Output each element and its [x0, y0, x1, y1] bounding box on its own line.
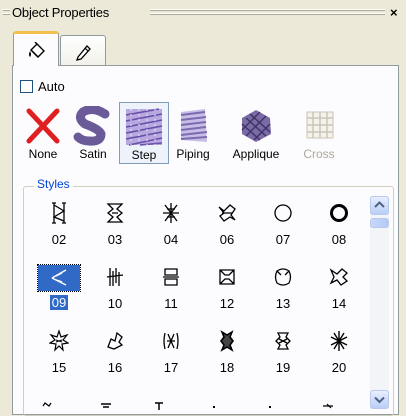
tab-fill[interactable]	[13, 31, 59, 66]
stitch-cross-button[interactable]: Cross	[296, 102, 342, 164]
stitch-satin-button[interactable]: Satin	[72, 102, 114, 164]
stitch-step-button[interactable]: Step	[119, 102, 169, 164]
style-item-number: 08	[331, 232, 347, 247]
style-item-11[interactable]: 11	[148, 265, 194, 319]
style-item-number: 10	[107, 296, 123, 311]
style-item-17[interactable]: 17	[148, 329, 194, 383]
style-20-icon	[330, 331, 348, 351]
stitch-satin-label: Satin	[79, 147, 107, 161]
style-16-icon	[107, 331, 124, 350]
style-item-20[interactable]: 20	[316, 329, 362, 383]
stitch-applique-label: Applique	[232, 147, 280, 161]
style-item-03[interactable]: 03	[92, 201, 138, 255]
styles-legend: Styles	[34, 177, 73, 191]
style-11-icon	[163, 268, 179, 286]
cross-stitch-icon	[306, 111, 334, 139]
style-item-number: 15	[51, 360, 67, 375]
style-07-icon	[274, 204, 292, 222]
auto-checkbox[interactable]	[20, 79, 33, 93]
style-item-number: 04	[163, 232, 179, 247]
style-10-icon	[106, 268, 124, 286]
stitch-cross-label: Cross	[303, 147, 335, 161]
style-item-14[interactable]: 14	[316, 265, 362, 319]
style-item-07[interactable]: 07	[260, 201, 306, 255]
style-item-number: 14	[331, 296, 347, 311]
style-19-icon	[275, 332, 291, 350]
panel-title-bar[interactable]: Object Properties ×	[0, 0, 406, 26]
panel-title: Object Properties	[12, 5, 110, 20]
style-04-icon	[163, 203, 179, 223]
stitch-piping-button[interactable]: Piping	[171, 102, 215, 164]
stitch-none-label: None	[28, 147, 58, 161]
chevron-down-icon	[374, 396, 385, 404]
none-x-icon	[26, 108, 60, 144]
paint-bucket-icon	[29, 42, 45, 58]
title-grip-left-2	[3, 13, 10, 15]
style-item-number: 20	[331, 360, 347, 375]
style-02-icon	[52, 202, 66, 224]
style-03-icon	[106, 203, 124, 223]
style-item-15[interactable]: 15	[36, 329, 82, 383]
auto-label: Auto	[38, 78, 65, 94]
partial-style-icons	[42, 402, 333, 410]
scroll-up-button[interactable]	[370, 196, 389, 215]
style-item-number: 03	[107, 232, 123, 247]
style-14-icon	[329, 268, 349, 286]
stitch-none-button[interactable]: None	[20, 102, 66, 164]
style-item-19[interactable]: 19	[260, 329, 306, 383]
style-item-02[interactable]: 02	[36, 201, 82, 255]
style-item-10[interactable]: 10	[92, 265, 138, 319]
style-item-number: 16	[107, 360, 123, 375]
style-item-08[interactable]: 08	[316, 201, 362, 255]
tab-outline[interactable]	[60, 35, 106, 65]
chevron-up-icon	[374, 201, 385, 208]
style-item-number: 06	[219, 232, 235, 247]
style-item-18[interactable]: 18	[204, 329, 250, 383]
style-18-icon	[220, 330, 234, 352]
stitch-step-label: Step	[131, 148, 157, 162]
style-item-number: 18	[219, 360, 235, 375]
style-09-icon	[51, 269, 67, 286]
title-grip-left	[3, 9, 10, 11]
style-item-13[interactable]: 13	[260, 265, 306, 319]
style-item-number: 19	[275, 360, 291, 375]
style-item-number: 02	[51, 232, 67, 247]
style-item-number: 09	[49, 295, 69, 310]
style-item-04[interactable]: 04	[148, 201, 194, 255]
styles-scrollbar[interactable]	[370, 196, 389, 409]
style-08-icon	[330, 204, 348, 222]
applique-icon	[241, 110, 271, 142]
style-item-number: 07	[275, 232, 291, 247]
style-13-icon	[274, 268, 292, 286]
stitch-piping-label: Piping	[176, 147, 210, 161]
style-item-12[interactable]: 12	[204, 265, 250, 319]
title-grip-right	[150, 9, 385, 11]
style-12-icon	[219, 269, 235, 285]
satin-icon	[73, 106, 110, 146]
title-grip-right-2	[150, 13, 385, 15]
style-item-number: 12	[219, 296, 235, 311]
style-item-06[interactable]: 06	[204, 201, 250, 255]
step-fill-icon	[125, 108, 163, 146]
piping-icon	[180, 109, 208, 142]
style-06-icon	[218, 204, 236, 222]
pencil-icon	[76, 45, 91, 61]
close-icon[interactable]: ×	[390, 5, 398, 20]
scroll-thumb[interactable]	[370, 218, 389, 228]
auto-checkbox-row[interactable]: Auto	[20, 77, 65, 95]
style-17-icon	[163, 332, 179, 350]
style-row-partial	[23, 398, 370, 410]
style-item-16[interactable]: 16	[92, 329, 138, 383]
style-item-number: 13	[275, 296, 291, 311]
style-09-selection-box	[37, 264, 81, 292]
style-item-number: 17	[163, 360, 179, 375]
style-item-number: 11	[164, 296, 178, 311]
style-item-09[interactable]: 09	[36, 264, 82, 319]
scroll-down-button[interactable]	[370, 390, 389, 409]
stitch-applique-button[interactable]: Applique	[224, 102, 288, 164]
style-15-icon	[49, 329, 69, 352]
